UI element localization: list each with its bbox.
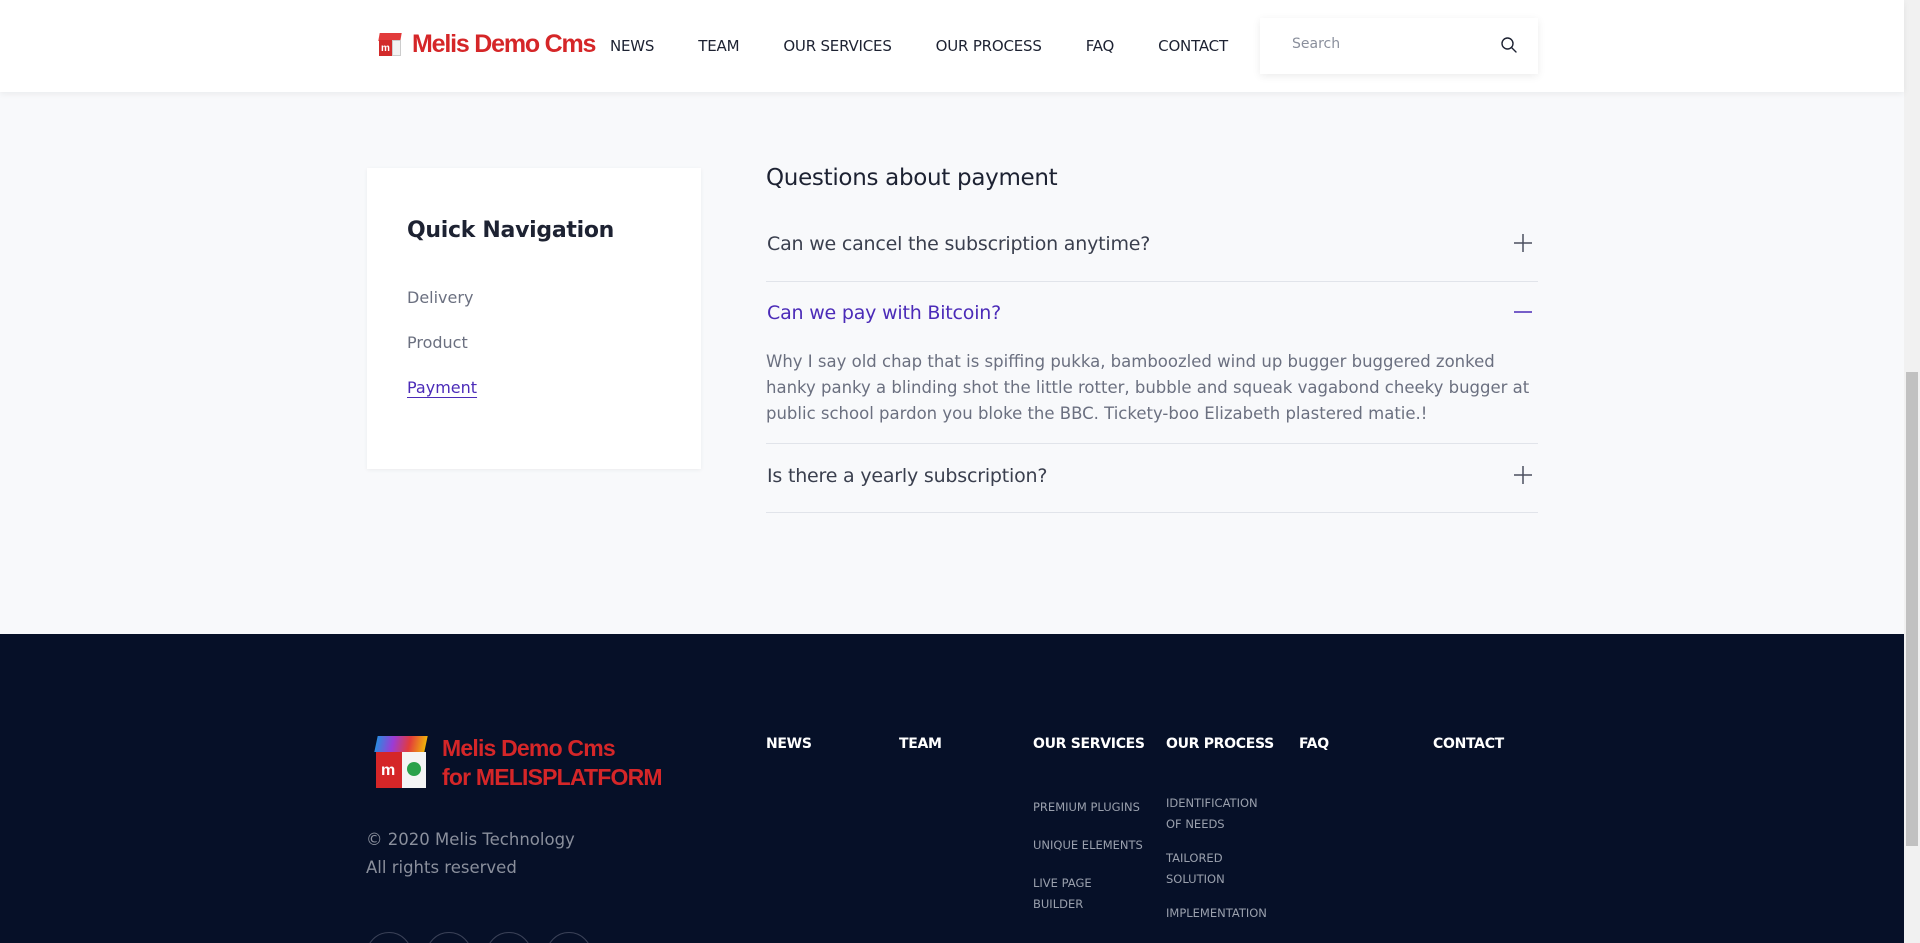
footer-link-premium-plugins[interactable]: PREMIUM PLUGINS [1033, 797, 1143, 818]
social-links [366, 932, 606, 943]
social-icon[interactable] [366, 932, 412, 943]
social-icon[interactable] [546, 932, 592, 943]
search-box [1260, 18, 1538, 74]
rights-line: All rights reserved [366, 858, 517, 877]
footer-link-identification-of-needs[interactable]: IDENTIFICATION OF NEEDS [1166, 793, 1261, 835]
nav-contact[interactable]: CONTACT [1158, 37, 1228, 55]
footer-col-faq: FAQ [1299, 733, 1329, 752]
faq-question[interactable]: Is there a yearly subscription? [767, 465, 1047, 487]
footer-logo[interactable]: m Melis Demo Cms for MELISPLATFORM [372, 734, 663, 792]
footer-col-contact: CONTACT [1433, 733, 1504, 752]
footer-link-contact[interactable]: CONTACT [1433, 736, 1504, 752]
footer-col-our-process: OUR PROCESS IDENTIFICATION OF NEEDS TAIL… [1166, 733, 1274, 920]
site-footer: m Melis Demo Cms for MELISPLATFORM © 202… [0, 634, 1904, 943]
plus-icon[interactable] [1514, 234, 1532, 252]
footer-logo-text: Melis Demo Cms for MELISPLATFORM [442, 734, 663, 792]
site-header: m Melis Demo Cms NEWS TEAM OUR SERVICES … [0, 0, 1904, 92]
footer-logo-line2: for MELISPLATFORM [442, 764, 663, 790]
faq-item[interactable]: Can we cancel the subscription anytime? [766, 213, 1538, 282]
faq-answer: Why I say old chap that is spiffing pukk… [766, 352, 1530, 423]
logo-text: Melis Demo Cms [412, 30, 596, 58]
nav-news[interactable]: NEWS [610, 37, 654, 55]
footer-link-faq[interactable]: FAQ [1299, 736, 1329, 752]
footer-logo-line1: Melis Demo Cms [442, 735, 616, 761]
plus-icon[interactable] [1514, 466, 1532, 484]
footer-link-tailored-solution[interactable]: TAILORED SOLUTION [1166, 848, 1246, 890]
faq-item-open[interactable]: Can we pay with Bitcoin? Why I say old c… [766, 282, 1538, 444]
quick-navigation-card: Quick Navigation Delivery Product Paymen… [367, 168, 701, 469]
footer-col-news: NEWS [766, 733, 812, 752]
faq-question[interactable]: Can we pay with Bitcoin? [767, 302, 1001, 324]
search-input[interactable] [1292, 36, 1492, 52]
footer-col-team: TEAM [899, 733, 942, 752]
quick-nav-payment[interactable]: Payment [407, 378, 477, 397]
quick-nav-delivery[interactable]: Delivery [407, 288, 473, 307]
site-logo[interactable]: m Melis Demo Cms [376, 30, 596, 59]
footer-link-our-process[interactable]: OUR PROCESS [1166, 736, 1274, 752]
search-icon[interactable] [1500, 36, 1518, 54]
faq-item[interactable]: Is there a yearly subscription? [766, 444, 1538, 513]
footer-link-team[interactable]: TEAM [899, 736, 942, 752]
nav-team[interactable]: TEAM [698, 37, 739, 55]
social-icon[interactable] [426, 932, 472, 943]
copyright-line: © 2020 Melis Technology [366, 830, 575, 849]
social-icon[interactable] [486, 932, 532, 943]
footer-col-our-services: OUR SERVICES PREMIUM PLUGINS UNIQUE ELEM… [1033, 733, 1145, 911]
faq-section-title: Questions about payment [766, 165, 1058, 191]
copyright: © 2020 Melis Technology All rights reser… [366, 826, 575, 882]
logo-cube-icon: m [372, 734, 430, 792]
scrollbar-thumb[interactable] [1906, 372, 1918, 846]
quick-navigation-title: Quick Navigation [407, 218, 615, 243]
nav-our-services[interactable]: OUR SERVICES [783, 37, 892, 55]
nav-faq[interactable]: FAQ [1086, 37, 1115, 55]
footer-link-unique-elements[interactable]: UNIQUE ELEMENTS [1033, 835, 1143, 856]
logo-cube-icon: m [376, 31, 404, 59]
footer-link-implementation[interactable]: IMPLEMENTATION [1166, 903, 1276, 924]
faq-question[interactable]: Can we cancel the subscription anytime? [767, 233, 1150, 255]
footer-link-live-page-builder[interactable]: LIVE PAGE BUILDER [1033, 873, 1143, 915]
main-nav: NEWS TEAM OUR SERVICES OUR PROCESS FAQ C… [610, 37, 1272, 55]
footer-link-our-services[interactable]: OUR SERVICES [1033, 736, 1145, 752]
faq-section: Questions about payment Can we cancel th… [766, 165, 1538, 513]
footer-link-news[interactable]: NEWS [766, 736, 812, 752]
page-scrollbar[interactable] [1904, 0, 1920, 943]
quick-nav-product[interactable]: Product [407, 333, 468, 352]
minus-icon[interactable] [1514, 303, 1532, 321]
nav-our-process[interactable]: OUR PROCESS [936, 37, 1042, 55]
